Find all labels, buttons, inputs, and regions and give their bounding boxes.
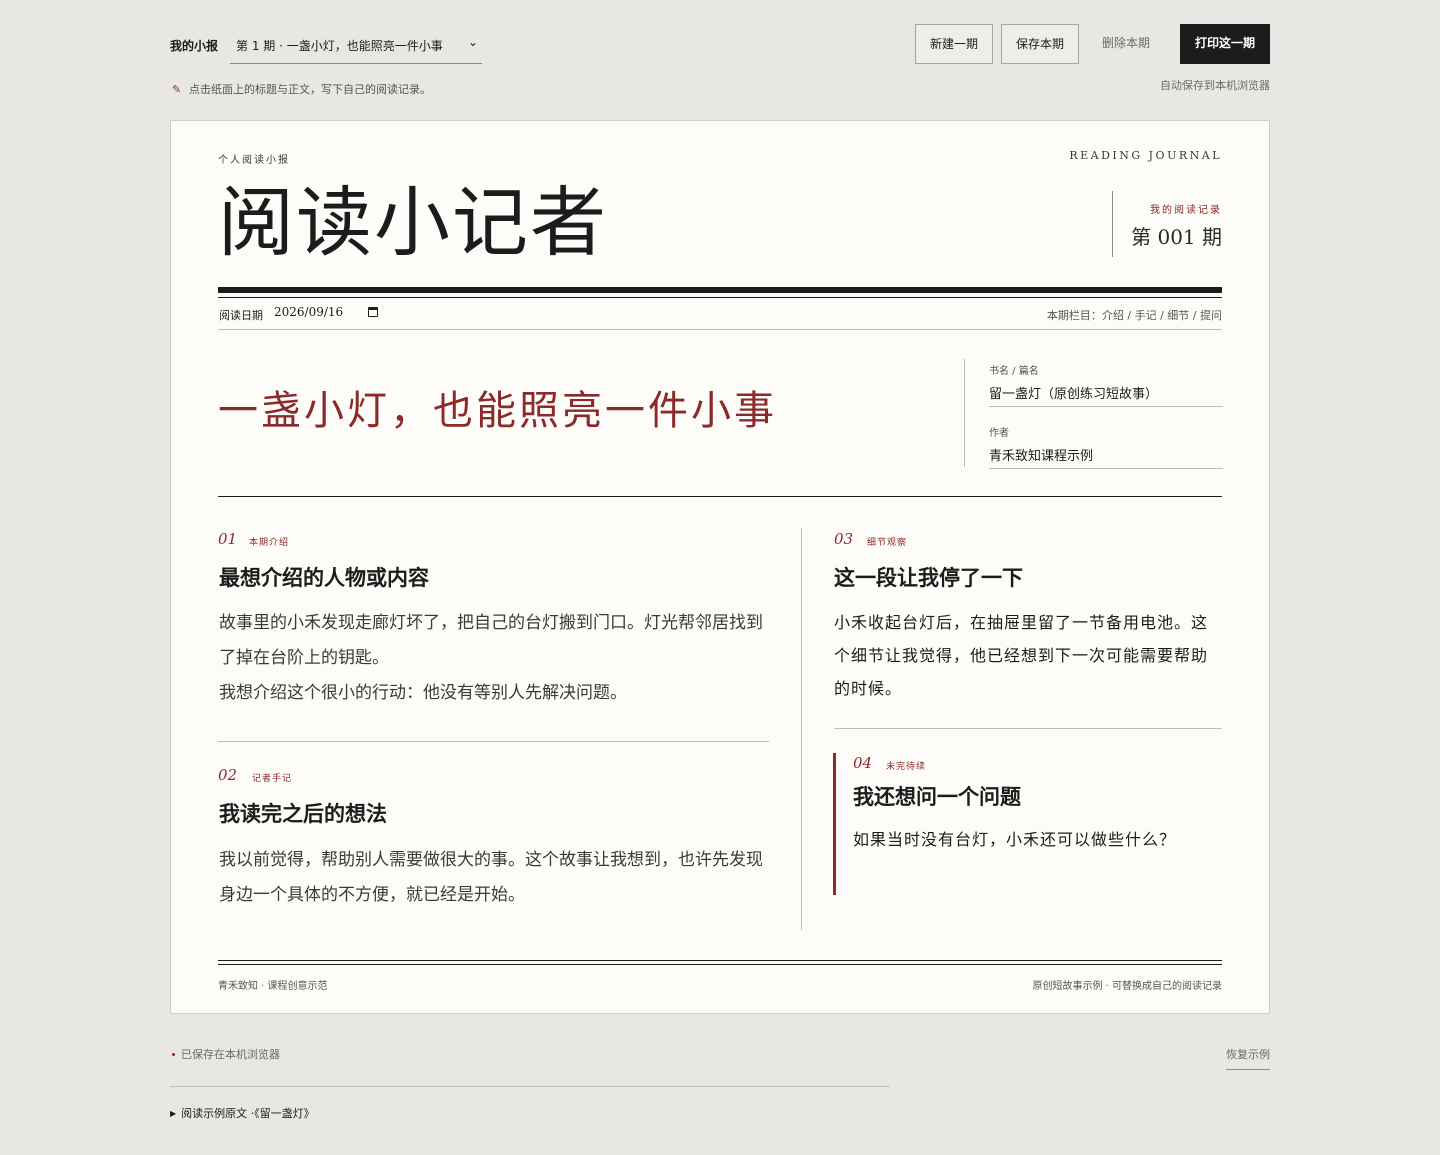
author-label: 作者 xyxy=(989,428,1009,439)
pencil-icon: ✎ xyxy=(172,83,182,96)
edit-hint: ✎ 点击纸面上的标题与正文，写下自己的阅读记录。 xyxy=(172,81,431,97)
section-03-title[interactable]: 这一段让我停了一下 xyxy=(834,562,1023,592)
section-04-number: 04 xyxy=(853,754,873,772)
issue-number: 第 001 期 xyxy=(1131,225,1222,249)
book-title-field[interactable]: 留一盏灯（原创练习短故事） xyxy=(989,383,1223,407)
section-01-body[interactable]: 故事里的小禾发现走廊灯坏了，把自己的台灯搬到门口。灯光帮邻居找到了掉在台阶上的钥… xyxy=(219,606,771,711)
columns-list: 本期栏目：介绍 / 手记 / 细节 / 提问 xyxy=(1046,309,1222,322)
issue-label: 我的阅读记录 xyxy=(1150,205,1222,216)
saved-status: 已保存在本机浏览器 xyxy=(170,1046,280,1062)
section-04-title[interactable]: 我还想问一个问题 xyxy=(853,781,1021,811)
section-02-body[interactable]: 我以前觉得，帮助别人需要做很大的事。这个故事让我想到，也许先发现身边一个具体的不… xyxy=(219,843,771,913)
footer-credit: 青禾致知 · 课程创意示范 xyxy=(218,981,328,992)
saved-status-text: 已保存在本机浏览器 xyxy=(181,1048,280,1061)
section-rule-right xyxy=(834,728,1222,729)
autosave-note: 自动保存到本机浏览器 xyxy=(1160,79,1270,92)
delete-issue-button[interactable]: 删除本期 xyxy=(1086,24,1166,64)
issue-select[interactable]: 第 1 期 · 一盏小灯，也能照亮一件小事 ⌄ xyxy=(230,24,482,64)
print-issue-button[interactable]: 打印这一期 xyxy=(1180,24,1270,64)
author-field[interactable]: 青禾致知课程示例 xyxy=(989,445,1223,469)
issue-box: 我的阅读记录 第 001 期 xyxy=(1112,191,1222,257)
book-label: 书名 / 篇名 xyxy=(989,366,1039,377)
disclosure-label: 阅读示例原文 ·《留一盏灯》 xyxy=(181,1107,315,1120)
save-issue-button[interactable]: 保存本期 xyxy=(1001,24,1079,64)
edit-hint-text: 点击纸面上的标题与正文，写下自己的阅读记录。 xyxy=(189,83,431,96)
section-03-tag: 细节观察 xyxy=(867,538,908,548)
calendar-icon[interactable] xyxy=(368,307,378,317)
paper-kicker: 个人阅读小报 xyxy=(218,155,290,166)
issue-select-value: 第 1 期 · 一盏小灯，也能照亮一件小事 xyxy=(236,39,443,53)
restore-sample-button[interactable]: 恢复示例 xyxy=(1226,1046,1270,1070)
meta-rule xyxy=(218,329,1222,330)
meta-row: 阅读日期 2026/09/16 本期栏目：介绍 / 手记 / 细节 / 提问 xyxy=(218,298,1222,329)
masthead-title[interactable]: 阅读小记者 xyxy=(218,177,608,269)
masthead-rule xyxy=(218,287,1222,293)
section-rule xyxy=(218,496,1222,497)
section-03-paragraph: 小禾收起台灯后，在抽屉里留了一节备用电池。这个细节让我觉得，他已经想到下一次可能… xyxy=(834,613,1209,698)
status-dot-icon xyxy=(172,1052,175,1056)
section-03-number: 03 xyxy=(834,530,854,548)
new-issue-button[interactable]: 新建一期 xyxy=(915,24,993,64)
section-02-title[interactable]: 我读完之后的想法 xyxy=(219,798,387,828)
reading-date-input[interactable]: 2026/09/16 xyxy=(274,305,414,319)
headline[interactable]: 一盏小灯，也能照亮一件小事 xyxy=(218,383,777,439)
section-02-paragraph: 我以前觉得，帮助别人需要做很大的事。这个故事让我想到，也许先发现身边一个具体的不… xyxy=(219,850,763,905)
footer-rule xyxy=(218,960,1222,961)
section-04-paragraph: 如果当时没有台灯，小禾还可以做些什么？ xyxy=(853,830,1177,849)
section-02-tag: 记者手记 xyxy=(252,774,293,784)
column-divider xyxy=(801,528,802,930)
section-01-title[interactable]: 最想介绍的人物或内容 xyxy=(219,562,429,592)
toolbar: 我的小报 第 1 期 · 一盏小灯，也能照亮一件小事 ⌄ 新建一期 保存本期 删… xyxy=(170,24,1270,64)
section-rule-left xyxy=(218,741,769,742)
section-02-number: 02 xyxy=(218,766,238,784)
book-meta: 书名 / 篇名 留一盏灯（原创练习短故事） 作者 青禾致知课程示例 xyxy=(964,359,1223,469)
disclosure-triangle-icon: ▶ xyxy=(170,1109,177,1118)
date-label: 阅读日期 xyxy=(219,309,263,322)
brand-label: 我的小报 xyxy=(170,39,219,53)
sample-text-disclosure[interactable]: ▶ 阅读示例原文 ·《留一盏灯》 xyxy=(170,1105,315,1121)
section-04-tag: 未完待续 xyxy=(886,762,927,772)
section-04-accent-bar xyxy=(833,753,836,895)
section-01-number: 01 xyxy=(218,530,238,548)
section-04-body[interactable]: 如果当时没有台灯，小禾还可以做些什么？ xyxy=(853,823,1221,856)
journal-label: READING JOURNAL xyxy=(1069,149,1222,162)
chevron-down-icon: ⌄ xyxy=(467,35,478,49)
section-01-tag: 本期介绍 xyxy=(249,538,290,548)
footer-rule-thin xyxy=(218,964,1222,965)
section-01-paragraph: 故事里的小禾发现走廊灯坏了，把自己的台灯搬到门口。灯光帮邻居找到了掉在台阶上的钥… xyxy=(219,613,763,668)
bottom-divider xyxy=(170,1086,890,1087)
newspaper-paper: 个人阅读小报 READING JOURNAL 阅读小记者 我的阅读记录 第 00… xyxy=(170,120,1270,1014)
section-01-paragraph: 我想介绍这个很小的行动：他没有等别人先解决问题。 xyxy=(219,683,627,703)
section-03-body[interactable]: 小禾收起台灯后，在抽屉里留了一节备用电池。这个细节让我觉得，他已经想到下一次可能… xyxy=(834,606,1224,705)
footer-note: 原创短故事示例 · 可替换成自己的阅读记录 xyxy=(1032,981,1222,992)
